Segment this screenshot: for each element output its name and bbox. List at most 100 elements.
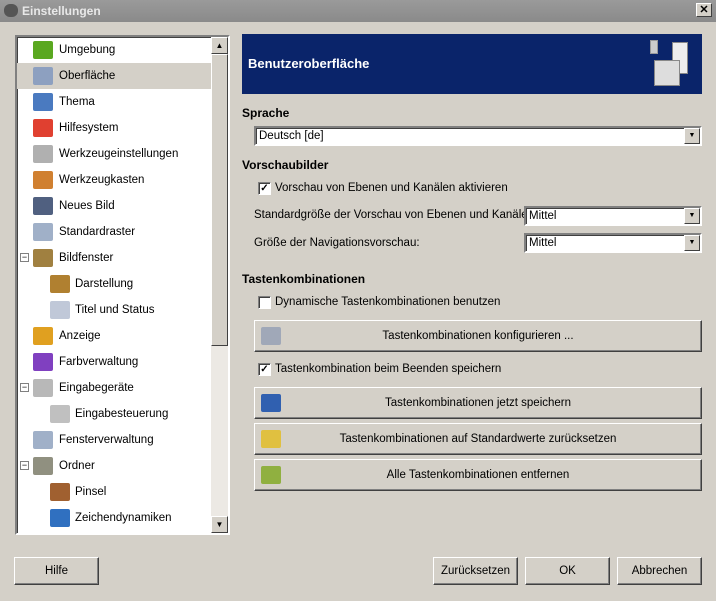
sidebar-item-ordner[interactable]: − Ordner xyxy=(17,453,211,479)
help-button[interactable]: Hilfe xyxy=(14,557,99,585)
page-title: Benutzeroberfläche xyxy=(248,56,370,71)
chevron-down-icon[interactable]: ▼ xyxy=(684,235,700,251)
sidebar-item-label: Anzeige xyxy=(59,330,101,342)
reset-button[interactable]: Zurücksetzen xyxy=(433,557,518,585)
checkbox-checked[interactable]: ✓ xyxy=(258,363,271,376)
default-preview-size-label: Standardgröße der Vorschau von Ebenen un… xyxy=(254,209,538,221)
sidebar-item-label: Zeichendynamiken xyxy=(75,512,172,524)
button-label: Tastenkombinationen konfigurieren ... xyxy=(382,330,574,342)
sidebar-item-werkzeugeinstellungen[interactable]: Werkzeugeinstellungen xyxy=(17,141,211,167)
remove-all-shortcuts-button[interactable]: Alle Tastenkombinationen entfernen xyxy=(254,459,702,491)
sidebar-item-label: Ordner xyxy=(59,460,95,472)
sidebar-item-umgebung[interactable]: Umgebung xyxy=(17,37,211,63)
scroll-thumb[interactable] xyxy=(211,54,228,346)
button-label: Alle Tastenkombinationen entfernen xyxy=(386,469,570,481)
cancel-button[interactable]: Abbrechen xyxy=(617,557,702,585)
interface-icon xyxy=(650,40,694,88)
default-preview-size-select[interactable]: Mittel ▼ xyxy=(524,206,702,226)
page-header: Benutzeroberfläche xyxy=(242,34,702,94)
previews-heading: Vorschaubilder xyxy=(242,158,329,172)
sidebar-item-label: Bildfenster xyxy=(59,252,114,264)
reset-icon xyxy=(261,430,281,448)
chevron-down-icon[interactable]: ▼ xyxy=(684,128,700,144)
sidebar-item-label: Oberfläche xyxy=(59,70,116,82)
nav-preview-size-select[interactable]: Mittel ▼ xyxy=(524,233,702,253)
sidebar-item-label: Umgebung xyxy=(59,44,116,56)
sidebar-item-titel-und-status[interactable]: Titel und Status xyxy=(17,297,211,323)
collapse-icon[interactable]: − xyxy=(20,383,29,392)
sidebar-item-label: Eingabegeräte xyxy=(59,382,134,394)
button-label: Tastenkombinationen jetzt speichern xyxy=(384,397,572,409)
scroll-down-button[interactable]: ▼ xyxy=(211,516,228,533)
collapse-icon[interactable]: − xyxy=(20,461,29,470)
sidebar-item-label: Eingabesteuerung xyxy=(75,408,169,420)
language-value: Deutsch [de] xyxy=(259,130,324,142)
sidebar-item-bildfenster[interactable]: − Bildfenster xyxy=(17,245,211,271)
sidebar-item-label: Hilfesystem xyxy=(59,122,119,134)
category-icon xyxy=(33,41,53,59)
category-icon xyxy=(33,457,53,475)
sidebar-item-zeichendynamiken[interactable]: Zeichendynamiken xyxy=(17,505,211,531)
sidebar-item-eingabegeräte[interactable]: − Eingabegeräte xyxy=(17,375,211,401)
button-label: Zurücksetzen xyxy=(440,565,511,577)
scroll-up-button[interactable]: ▲ xyxy=(211,37,228,54)
vertical-scrollbar[interactable]: ▲ ▼ xyxy=(211,37,228,533)
category-icon xyxy=(50,405,70,423)
language-select[interactable]: Deutsch [de] ▼ xyxy=(254,126,702,146)
category-icon xyxy=(33,431,53,449)
sidebar-item-pinsel[interactable]: Pinsel xyxy=(17,479,211,505)
save-shortcuts-now-button[interactable]: Tastenkombinationen jetzt speichern xyxy=(254,387,702,419)
sidebar-item-standardraster[interactable]: Standardraster xyxy=(17,219,211,245)
configure-shortcuts-button[interactable]: Tastenkombinationen konfigurieren ... xyxy=(254,320,702,352)
sidebar-item-label: Titel und Status xyxy=(75,304,155,316)
category-tree: Umgebung Oberfläche Thema Hilfesystem Werkze… xyxy=(15,35,230,535)
category-icon xyxy=(50,275,70,293)
tools-icon xyxy=(261,327,281,345)
sidebar-item-fensterverwaltung[interactable]: Fensterverwaltung xyxy=(17,427,211,453)
sidebar-item-eingabesteuerung[interactable]: Eingabesteuerung xyxy=(17,401,211,427)
category-icon xyxy=(50,483,70,501)
category-icon xyxy=(33,119,53,137)
select-value: Mittel xyxy=(529,210,557,222)
checkbox-unchecked[interactable] xyxy=(258,296,271,309)
sidebar-item-hilfesystem[interactable]: Hilfesystem xyxy=(17,115,211,141)
reset-shortcuts-button[interactable]: Tastenkombinationen auf Standardwerte zu… xyxy=(254,423,702,455)
select-value: Mittel xyxy=(529,237,557,249)
sidebar-item-neues-bild[interactable]: Neues Bild xyxy=(17,193,211,219)
checkbox-label: Dynamische Tastenkombinationen benutzen xyxy=(275,296,501,308)
sidebar-item-werkzeugkasten[interactable]: Werkzeugkasten xyxy=(17,167,211,193)
ok-button[interactable]: OK xyxy=(525,557,610,585)
sidebar-item-label: Thema xyxy=(59,96,95,108)
sidebar-item-darstellung[interactable]: Darstellung xyxy=(17,271,211,297)
button-label: Tastenkombinationen auf Standardwerte zu… xyxy=(339,433,617,445)
category-icon xyxy=(33,93,53,111)
category-icon xyxy=(33,249,53,267)
shortcuts-heading: Tastenkombinationen xyxy=(242,272,366,286)
sidebar-item-label: Darstellung xyxy=(75,278,134,290)
sidebar-item-label: Fensterverwaltung xyxy=(59,434,154,446)
checkbox-checked[interactable]: ✓ xyxy=(258,182,271,195)
button-label: Abbrechen xyxy=(631,565,688,577)
close-button[interactable]: ✕ xyxy=(696,3,712,17)
collapse-icon[interactable]: − xyxy=(20,253,29,262)
language-heading: Sprache xyxy=(242,106,290,120)
sidebar-item-farbverwaltung[interactable]: Farbverwaltung xyxy=(17,349,211,375)
floppy-disk-icon xyxy=(261,394,281,412)
category-icon xyxy=(33,145,53,163)
chevron-down-icon[interactable]: ▼ xyxy=(684,208,700,224)
button-label: OK xyxy=(559,565,576,577)
sidebar-item-anzeige[interactable]: Anzeige xyxy=(17,323,211,349)
sidebar-item-thema[interactable]: Thema xyxy=(17,89,211,115)
checkbox-label: Vorschau von Ebenen und Kanälen aktivier… xyxy=(275,182,508,194)
category-icon xyxy=(33,171,53,189)
gimp-logo-icon xyxy=(4,4,18,17)
category-icon xyxy=(50,301,70,319)
category-icon xyxy=(33,67,53,85)
sidebar-item-label: Werkzeugkasten xyxy=(59,174,145,186)
sidebar-item-oberfläche[interactable]: Oberfläche xyxy=(17,63,211,89)
window-title: Einstellungen xyxy=(22,4,101,18)
category-icon xyxy=(33,327,53,345)
checkbox-label: Tastenkombination beim Beenden speichern xyxy=(275,363,502,375)
title-bar: Einstellungen ✕ xyxy=(0,0,716,22)
nav-preview-size-label: Größe der Navigationsvorschau: xyxy=(254,237,420,249)
